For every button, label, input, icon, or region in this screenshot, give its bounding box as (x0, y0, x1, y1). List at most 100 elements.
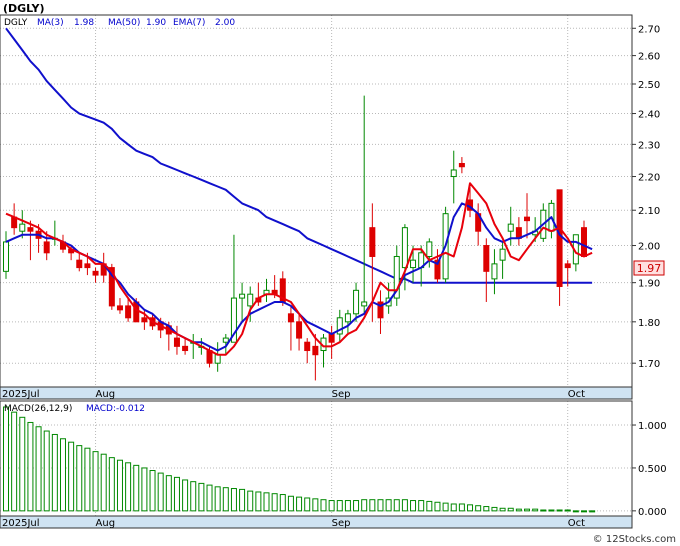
macd-bar (190, 481, 197, 512)
candle-body (304, 341, 311, 352)
price-tick-label: 2.10 (638, 206, 660, 217)
candle-body (19, 223, 26, 232)
macd-bar (515, 508, 522, 512)
macd-bar (524, 508, 531, 512)
macd-bar (133, 464, 140, 512)
macd-bar (304, 497, 311, 512)
candle-body (426, 241, 433, 257)
candle-body (173, 337, 180, 347)
legend-ma3-label: MA(3) (37, 18, 64, 28)
candle-body (410, 259, 417, 269)
macd-bar (11, 411, 18, 512)
macd-bar (296, 496, 303, 512)
price-tick-label: 1.70 (638, 359, 660, 370)
legend-ma3-value: 1.98 (74, 18, 94, 28)
candle-body (76, 259, 83, 269)
macd-tick-label: 0.000 (638, 507, 667, 518)
macd-bar (572, 510, 579, 513)
macd-x-label: Oct (568, 518, 585, 529)
macd-bar (434, 501, 441, 512)
price-legend: DGLY MA(3) 1.98 MA(50) 1.90 EMA(7) 2.00 (4, 18, 235, 28)
macd-bar (393, 499, 400, 512)
macd-bar (483, 506, 490, 512)
last-price-tag: 1.97 (633, 260, 665, 276)
macd-bar (165, 475, 172, 512)
candle-body (141, 317, 148, 323)
macd-bar (125, 462, 132, 512)
macd-bar (51, 433, 58, 512)
macd-bar (564, 509, 571, 512)
macd-bar (84, 447, 91, 512)
macd-bar (589, 510, 596, 513)
macd-bar (35, 426, 42, 512)
macd-bar (548, 509, 555, 512)
candle-body (116, 305, 123, 311)
price-tick-label: 2.50 (638, 80, 660, 91)
legend-ema7-value: 2.00 (215, 18, 235, 28)
price-tick-label: 1.90 (638, 279, 660, 290)
macd-bar (182, 479, 189, 512)
macd-bar (279, 494, 286, 512)
price-panel: 1.70 1.80 1.90 2.00 2.10 2.20 2.30 2.40 2.50 2.60… (0, 2, 665, 400)
candle-body (353, 289, 360, 315)
candle-body (182, 345, 189, 352)
macd-bar (353, 500, 360, 512)
price-tick-label: 2.70 (638, 24, 660, 35)
macd-bar (263, 492, 270, 512)
candle-body (344, 313, 351, 323)
macd-bar (450, 503, 457, 512)
candle-body (328, 333, 335, 343)
macd-bar (141, 467, 148, 512)
macd-bar (499, 507, 506, 512)
macd-bar (157, 472, 164, 512)
macd-bar (426, 500, 433, 512)
macd-bar (458, 503, 465, 512)
candle-body (214, 354, 221, 364)
candle-body (3, 241, 9, 272)
price-x-label: Sep (332, 389, 351, 400)
macd-bar (467, 504, 474, 512)
macd-bar (222, 487, 229, 512)
candle-body (43, 241, 50, 254)
macd-x-label: 2025Jul (2, 518, 40, 529)
macd-bar (255, 491, 262, 512)
candle-body (312, 345, 319, 356)
price-tick-label: 2.40 (638, 110, 660, 121)
price-tick-label: 2.60 (638, 52, 660, 63)
macd-bar (344, 500, 351, 512)
chart-symbol: (DGLY) (3, 2, 44, 15)
macd-bar (581, 510, 587, 513)
candle-body (450, 169, 457, 178)
macd-bar (173, 476, 180, 512)
macd-bar (149, 470, 156, 512)
macd-bar (43, 430, 50, 512)
macd-bar (401, 499, 408, 512)
price-y-axis: 1.70 1.80 1.90 2.00 2.10 2.20 2.30 2.40 2.50 2.60… (632, 24, 660, 370)
candle-body (239, 293, 246, 299)
candle-body (524, 216, 531, 222)
macd-tick-label: 0.500 (638, 464, 667, 475)
candle-body (92, 270, 99, 276)
candle-body (581, 227, 587, 257)
price-x-label: Oct (568, 389, 585, 400)
price-tick-label: 2.00 (638, 242, 660, 253)
macd-bar (361, 499, 368, 512)
candle-body (125, 305, 132, 319)
macd-bar (92, 451, 99, 512)
legend-ticker: DGLY (4, 18, 28, 28)
price-tick-label: 2.30 (638, 140, 660, 151)
macd-bar (369, 499, 376, 512)
stock-chart: 1.70 1.80 1.90 2.00 2.10 2.20 2.30 2.40 2.50 2.60… (0, 2, 676, 545)
macd-bar (116, 459, 123, 512)
last-price-text: 1.97 (637, 262, 662, 275)
price-x-label: 2025Jul (2, 389, 40, 400)
price-tick-label: 1.80 (638, 318, 660, 329)
candle-body (564, 263, 571, 269)
candle-body (247, 293, 254, 307)
macd-bar (385, 499, 392, 512)
macd-bar (328, 500, 335, 512)
macd-bar (312, 498, 319, 512)
candle-body (287, 313, 294, 323)
macd-bar (108, 457, 115, 512)
macd-bar (198, 482, 205, 512)
